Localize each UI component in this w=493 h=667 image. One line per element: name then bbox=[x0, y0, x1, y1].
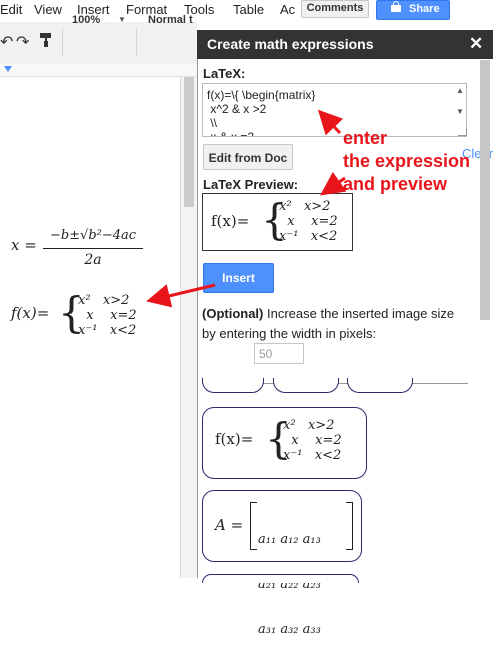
annotation-arrows bbox=[146, 109, 347, 308]
arrow-to-latex-input bbox=[317, 109, 344, 136]
arrow-to-preview bbox=[320, 171, 347, 196]
arrow-to-document bbox=[146, 283, 216, 308]
